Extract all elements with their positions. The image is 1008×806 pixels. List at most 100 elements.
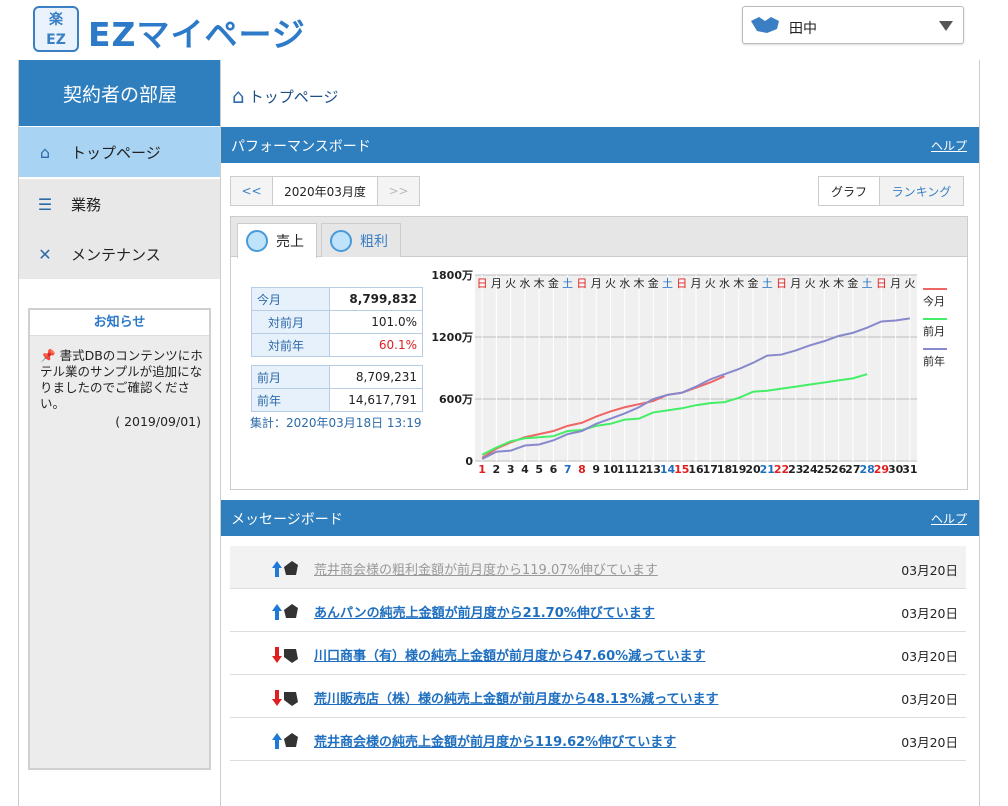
sidebar-title: 契約者の部屋 — [19, 60, 221, 126]
smile-icon — [330, 229, 352, 252]
calc-timestamp: 集計：2020年03月18日 13:19 — [250, 416, 422, 430]
chart-panel: 売上 粗利 今月 8,799,832 対前月 101.0% 対前年 60.1% … — [230, 216, 968, 490]
sidebar: 契約者の部屋 ⌂ トップページ ☰ 業務 ✕ メンテナンス お知らせ 📌 書式D… — [18, 60, 221, 806]
message-link[interactable]: 川口商事（有）様の純売上金額が前月度から47.60%減っています — [314, 645, 706, 664]
message-link[interactable]: あんパンの純売上金額が前月度から21.70%伸びています — [314, 602, 655, 621]
help-link[interactable]: ヘルプ — [931, 510, 967, 527]
handshake-icon — [751, 17, 779, 33]
arrow-down-icon — [272, 690, 298, 706]
list-icon: ☰ — [37, 194, 53, 214]
ranking-button[interactable]: ランキング — [879, 176, 964, 206]
x-tick-label: 7 — [564, 463, 572, 475]
message-link[interactable]: 荒井商会様の純売上金額が前月度から119.62%伸びています — [314, 731, 676, 750]
weekday-label: 月 — [691, 277, 702, 290]
x-tick-label: 22 — [774, 463, 789, 475]
weekday-label: 木 — [733, 277, 744, 290]
month-label: 2020年03月度 — [272, 176, 378, 206]
message-date: 03月20日 — [901, 563, 958, 578]
notice-body: 📌 書式DBのコンテンツにホテル業のサンプルが追加になりましたのでご確認ください… — [40, 348, 205, 412]
arrow-up-icon — [272, 604, 298, 620]
tab-sales[interactable]: 売上 — [237, 223, 317, 258]
message-row[interactable]: 荒井商会様の粗利金額が前月度から119.07%伸びています 03月20日 — [230, 546, 966, 589]
weekday-label: 土 — [662, 277, 673, 290]
sidebar-item-top[interactable]: ⌂ トップページ — [19, 127, 221, 177]
x-tick-label: 23 — [788, 463, 803, 475]
performance-board-header: パフォーマンスボード ヘルプ — [221, 127, 979, 163]
stat-label: 前月 — [251, 365, 330, 389]
weekday-label: 金 — [847, 276, 858, 290]
weekday-label: 木 — [833, 277, 844, 290]
x-tick-label: 15 — [674, 463, 689, 475]
weekday-label: 月 — [491, 277, 502, 290]
sidebar-item-maintenance[interactable]: ✕ メンテナンス — [19, 229, 221, 279]
y-tick-label: 1200万 — [431, 331, 473, 344]
graph-button[interactable]: グラフ — [818, 176, 880, 206]
message-row[interactable]: 荒井商会様の純売上金額が前月度から119.62%伸びています 03月20日 — [230, 718, 966, 761]
stat-yoy: 60.1% — [329, 333, 423, 357]
weekday-label: 日 — [776, 277, 787, 290]
x-tick-label: 29 — [874, 463, 889, 475]
arrow-down-icon — [272, 647, 298, 663]
y-tick-label: 600万 — [439, 393, 473, 406]
stats-table-previous: 前月 8,709,231 前年 14,617,791 — [251, 365, 423, 412]
next-month-button[interactable]: >> — [377, 176, 420, 206]
notice-title: お知らせ — [30, 310, 209, 336]
notice-text[interactable]: 書式DBのコンテンツにホテル業のサンプルが追加になりましたのでご確認ください。 — [40, 348, 203, 411]
home-icon[interactable]: ⌂ — [232, 84, 245, 108]
weekday-label: 火 — [805, 277, 816, 290]
chevron-down-icon — [939, 21, 953, 31]
weekday-label: 火 — [605, 277, 616, 290]
x-tick-label: 8 — [578, 463, 586, 475]
message-board-title: メッセージボード — [231, 512, 343, 528]
x-tick-label: 5 — [535, 463, 543, 475]
app-logo: EZマイページ — [88, 15, 306, 54]
help-link[interactable]: ヘルプ — [931, 137, 967, 154]
weekday-label: 月 — [790, 277, 801, 290]
legend-label: 前年 — [923, 354, 945, 368]
pin-icon: 📌 — [40, 348, 56, 363]
x-tick-label: 18 — [717, 463, 732, 475]
tools-icon: ✕ — [38, 244, 52, 264]
message-row[interactable]: あんパンの純売上金額が前月度から21.70%伸びています 03月20日 — [230, 589, 966, 632]
logo-mark: 楽 EZ — [33, 6, 79, 52]
user-select[interactable]: 田中 — [742, 6, 964, 44]
weekday-label: 月 — [890, 277, 901, 290]
tab-strip: 売上 粗利 — [231, 217, 967, 258]
x-tick-label: 3 — [507, 463, 515, 475]
sidebar-item-label: メンテナンス — [71, 245, 161, 264]
smile-icon — [246, 230, 268, 252]
weekday-label: 火 — [705, 277, 716, 290]
x-tick-label: 19 — [731, 463, 746, 475]
message-link[interactable]: 荒井商会様の粗利金額が前月度から119.07%伸びています — [314, 559, 658, 578]
x-tick-label: 4 — [521, 463, 529, 475]
message-date: 03月20日 — [901, 606, 958, 621]
x-tick-label: 25 — [817, 463, 832, 475]
stat-this-month: 8,799,832 — [329, 287, 423, 311]
sidebar-item-operations[interactable]: ☰ 業務 — [19, 179, 221, 229]
message-link[interactable]: 荒川販売店（株）様の純売上金額が前月度から48.13%減っています — [314, 688, 719, 707]
weekday-label: 土 — [562, 277, 573, 290]
stat-last-month: 8,709,231 — [329, 365, 423, 389]
weekday-label: 土 — [862, 277, 873, 290]
tab-profit[interactable]: 粗利 — [321, 223, 401, 257]
sales-line-chart: 0600万1200万1800万日1月2火3水4木5金6土7日8月9火10水11木… — [431, 269, 947, 475]
stat-label: 対前月 — [251, 310, 330, 334]
x-tick-label: 11 — [617, 463, 632, 475]
breadcrumb-label: トップページ — [248, 87, 339, 106]
y-tick-label: 1800万 — [431, 269, 473, 282]
weekday-label: 土 — [762, 277, 773, 290]
prev-month-button[interactable]: << — [230, 176, 273, 206]
x-tick-label: 21 — [760, 463, 775, 475]
message-row[interactable]: 川口商事（有）様の純売上金額が前月度から47.60%減っています 03月20日 — [230, 632, 966, 675]
weekday-label: 日 — [576, 277, 587, 290]
sidebar-item-label: 業務 — [71, 195, 102, 214]
message-row[interactable]: 荒川販売店（株）様の純売上金額が前月度から48.13%減っています 03月20日 — [230, 675, 966, 718]
legend-label: 前月 — [923, 324, 945, 338]
tab-label: 売上 — [276, 234, 304, 250]
x-tick-label: 27 — [845, 463, 860, 475]
legend-label: 今月 — [923, 294, 945, 308]
stat-label: 今月 — [251, 287, 330, 311]
x-tick-label: 13 — [646, 463, 661, 475]
tab-label: 粗利 — [360, 233, 388, 250]
weekday-label: 火 — [505, 277, 516, 290]
